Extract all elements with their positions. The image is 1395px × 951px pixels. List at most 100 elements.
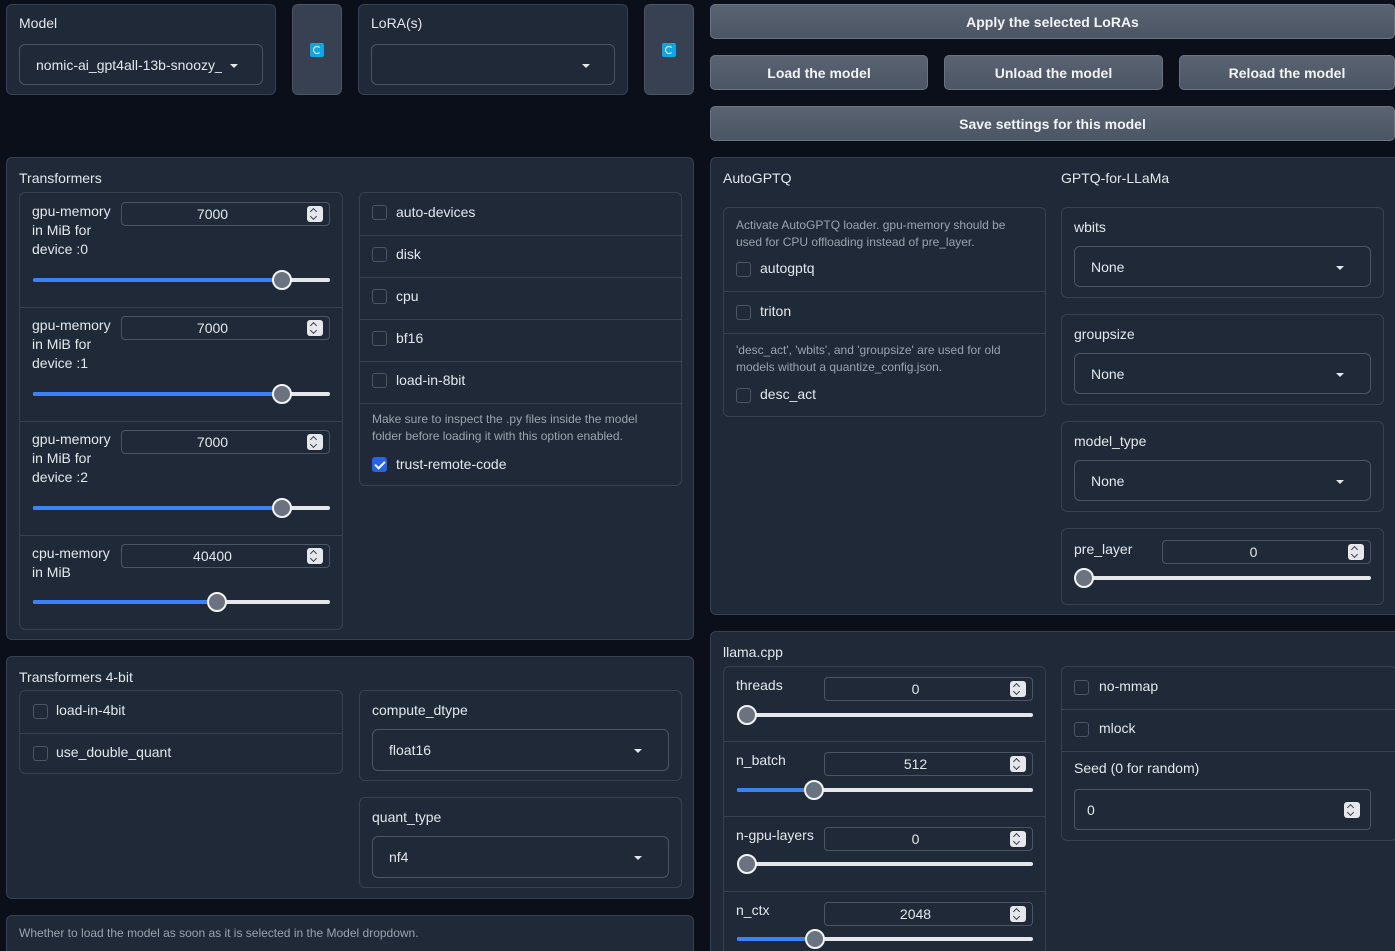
threads-slider[interactable] — [737, 705, 1033, 725]
slider-handle[interactable] — [1074, 568, 1094, 588]
option-no-mmap[interactable]: no-mmap — [1062, 667, 1395, 709]
groupsize-dropdown[interactable]: None — [1074, 353, 1371, 394]
model-refresh-button[interactable] — [292, 4, 342, 95]
option-auto-devices[interactable]: auto-devices — [360, 193, 681, 235]
chevron-down-icon — [1336, 479, 1344, 484]
memory-sliders-group: gpu-memory in MiB for device :0 7000 gpu… — [19, 192, 343, 630]
option-disk[interactable]: disk — [360, 235, 681, 277]
gpu-memory-1-input[interactable]: 7000 — [121, 316, 330, 340]
stepper-icon[interactable] — [307, 206, 323, 222]
lora-dropdown[interactable] — [371, 44, 615, 85]
stepper-icon[interactable] — [1348, 544, 1364, 560]
slider-handle[interactable] — [737, 705, 757, 725]
cpu-memory-input[interactable]: 40400 — [121, 544, 330, 568]
slider-handle[interactable] — [272, 498, 293, 518]
divider — [724, 333, 1045, 334]
slider-handle[interactable] — [803, 780, 824, 800]
option-desc-act[interactable]: desc_act — [724, 380, 1045, 414]
no-mmap-checkbox[interactable] — [1074, 680, 1089, 695]
gpu-memory-1-slider[interactable] — [33, 384, 330, 404]
save-settings-button[interactable]: Save settings for this model — [710, 106, 1395, 141]
gpu-memory-1-label: gpu-memory in MiB for device :1 — [32, 317, 111, 371]
triton-checkbox[interactable] — [736, 305, 751, 320]
pre-layer-value: 0 — [1249, 544, 1258, 560]
load-in-4bit-checkbox[interactable] — [33, 704, 48, 719]
compute-dtype-dropdown[interactable]: float16 — [372, 729, 669, 771]
apply-loras-button[interactable]: Apply the selected LoRAs — [710, 4, 1395, 39]
slider-handle[interactable] — [272, 384, 293, 404]
model-dropdown[interactable]: nomic-ai_gpt4all-13b-snoozy_ — [19, 44, 263, 85]
seed-input[interactable]: 0 — [1074, 789, 1371, 830]
option-trust-remote-code[interactable]: trust-remote-code — [360, 447, 681, 483]
model-type-dropdown[interactable]: None — [1074, 460, 1371, 501]
slider-fill — [33, 278, 283, 282]
pre-layer-label: pre_layer — [1074, 541, 1133, 557]
chevron-down-icon — [1336, 372, 1344, 377]
unload-model-button[interactable]: Unload the model — [944, 55, 1163, 90]
pre-layer-input[interactable]: 0 — [1162, 540, 1371, 564]
slider-handle[interactable] — [272, 270, 293, 290]
threads-input[interactable]: 0 — [824, 677, 1033, 701]
n-batch-slider[interactable] — [737, 780, 1033, 800]
lora-refresh-button[interactable] — [644, 4, 694, 95]
option-cpu[interactable]: cpu — [360, 277, 681, 319]
divider — [20, 307, 342, 308]
reload-model-button[interactable]: Reload the model — [1179, 55, 1395, 90]
use-double-quant-checkbox[interactable] — [33, 746, 48, 761]
trust-remote-code-checkbox[interactable] — [372, 457, 387, 472]
transformers-4bit-title: Transformers 4-bit — [19, 669, 133, 685]
slider-handle[interactable] — [805, 929, 826, 949]
stepper-icon[interactable] — [1344, 801, 1360, 818]
cpu-memory-slider[interactable] — [33, 592, 330, 612]
n-batch-input[interactable]: 512 — [824, 752, 1033, 776]
divider — [724, 741, 1045, 742]
compute-dtype-label: compute_dtype — [372, 702, 468, 718]
slider-fill — [33, 506, 283, 510]
cpu-memory-label: cpu-memory in MiB — [32, 545, 110, 580]
disk-checkbox[interactable] — [372, 247, 387, 262]
stepper-icon[interactable] — [1010, 831, 1026, 847]
autogptq-hint: Activate AutoGPTQ loader. gpu-memory sho… — [736, 218, 1006, 249]
option-load-in-8bit[interactable]: load-in-8bit — [360, 361, 681, 403]
stepper-icon[interactable] — [1010, 756, 1026, 772]
quant-type-dropdown[interactable]: nf4 — [372, 836, 669, 878]
n-ctx-input[interactable]: 2048 — [824, 902, 1033, 926]
mlock-checkbox[interactable] — [1074, 722, 1089, 737]
option-autogptq[interactable]: autogptq — [724, 256, 1045, 290]
option-bf16[interactable]: bf16 — [360, 319, 681, 361]
chevron-down-icon — [634, 856, 642, 860]
autogptq-checkbox[interactable] — [736, 262, 751, 277]
load-in-8bit-checkbox[interactable] — [372, 373, 387, 388]
gpu-memory-0-slider[interactable] — [33, 270, 330, 290]
pre-layer-slider[interactable] — [1074, 568, 1371, 588]
n-ctx-slider[interactable] — [737, 929, 1033, 949]
option-mlock[interactable]: mlock — [1062, 709, 1395, 751]
load-model-button[interactable]: Load the model — [710, 55, 928, 90]
gpu-memory-0-input[interactable]: 7000 — [121, 202, 330, 226]
wbits-dropdown[interactable]: None — [1074, 246, 1371, 287]
stepper-icon[interactable] — [1010, 906, 1026, 922]
stepper-icon[interactable] — [307, 434, 323, 450]
slider-handle[interactable] — [737, 854, 757, 874]
seed-value: 0 — [1087, 801, 1095, 818]
slider-handle[interactable] — [207, 592, 228, 612]
gpu-memory-2-input[interactable]: 7000 — [121, 430, 330, 454]
option-triton[interactable]: triton — [724, 291, 1045, 333]
cpu-checkbox[interactable] — [372, 289, 387, 304]
disk-label: disk — [396, 246, 421, 262]
n-gpu-layers-input[interactable]: 0 — [824, 827, 1033, 851]
stepper-icon[interactable] — [307, 548, 323, 564]
gpu-memory-0-value: 7000 — [196, 206, 229, 222]
slider-fill — [737, 937, 816, 941]
n-gpu-layers-slider[interactable] — [737, 854, 1033, 874]
stepper-icon[interactable] — [1010, 681, 1026, 697]
autoload-hint: Whether to load the model as soon as it … — [19, 926, 419, 940]
option-use-double-quant[interactable]: use_double_quant — [20, 733, 342, 775]
desc-act-checkbox[interactable] — [736, 388, 751, 403]
bf16-checkbox[interactable] — [372, 331, 387, 346]
stepper-icon[interactable] — [307, 320, 323, 336]
auto-devices-checkbox[interactable] — [372, 205, 387, 220]
gpu-memory-2-slider[interactable] — [33, 498, 330, 518]
option-load-in-4bit[interactable]: load-in-4bit — [20, 691, 342, 733]
autogptq-group: Activate AutoGPTQ loader. gpu-memory sho… — [723, 207, 1046, 417]
